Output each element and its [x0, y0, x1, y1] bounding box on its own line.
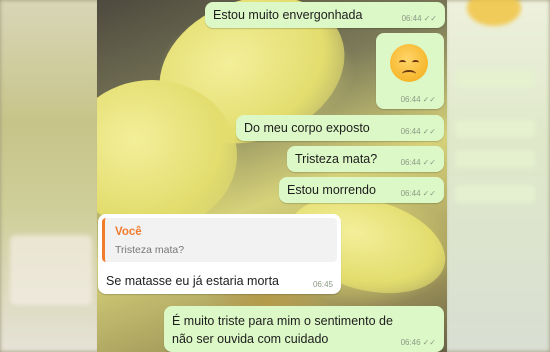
double-check-icon: ✓✓ — [422, 338, 436, 347]
message-bubble-outgoing[interactable]: 06:44 ✓✓ — [376, 33, 444, 109]
blurred-row — [455, 185, 535, 203]
message-time: 06:44 — [400, 189, 421, 198]
message-bubble-incoming[interactable]: Você Tristeza mata? Se matasse eu já est… — [98, 214, 341, 294]
quote-text: Tristeza mata? — [115, 244, 185, 256]
double-check-icon: ✓✓ — [422, 189, 436, 198]
message-time: 06:44 — [401, 14, 422, 23]
message-time: 06:44 — [400, 127, 421, 136]
blurred-row — [455, 70, 535, 88]
message-text-line: não ser ouvida com cuidado — [172, 332, 329, 346]
message-text: Se matasse eu já estaria morta — [106, 274, 279, 288]
quote-author: Você — [115, 226, 142, 238]
blurred-bubble — [10, 235, 92, 305]
message-text: Tristeza mata? — [295, 152, 378, 166]
chat-conversation[interactable]: Estou muito envergonhada 06:44 ✓✓ 06:44 ✓✓… — [97, 0, 447, 352]
message-bubble-outgoing[interactable]: É muito triste para mim o sentimento de … — [164, 306, 444, 352]
message-text: Estou morrendo — [287, 183, 376, 197]
blurred-right-margin — [445, 0, 550, 352]
message-text-line: É muito triste para mim o sentimento de — [172, 314, 393, 328]
message-time: 06:46 — [400, 338, 421, 347]
disappointed-face-emoji — [390, 44, 428, 82]
quoted-message[interactable]: Você Tristeza mata? — [102, 218, 337, 262]
message-text: Do meu corpo exposto — [244, 121, 370, 135]
message-text: Estou muito envergonhada — [213, 8, 363, 22]
double-check-icon: ✓✓ — [422, 158, 436, 167]
blurred-emoji — [467, 0, 521, 26]
blurred-left-margin — [0, 0, 100, 352]
message-bubble-outgoing[interactable]: Tristeza mata? 06:44 ✓✓ — [287, 146, 444, 172]
blurred-row — [455, 120, 535, 138]
blurred-row — [455, 150, 535, 168]
double-check-icon: ✓✓ — [422, 95, 436, 104]
message-bubble-outgoing[interactable]: Estou morrendo 06:44 ✓✓ — [279, 177, 444, 203]
double-check-icon: ✓✓ — [423, 14, 437, 23]
message-time: 06:44 — [400, 158, 421, 167]
message-bubble-outgoing[interactable]: Do meu corpo exposto 06:44 ✓✓ — [236, 115, 444, 141]
message-bubble-outgoing[interactable]: Estou muito envergonhada 06:44 ✓✓ — [205, 2, 445, 28]
double-check-icon: ✓✓ — [422, 127, 436, 136]
message-time: 06:44 — [400, 95, 421, 104]
message-time: 06:45 — [312, 280, 333, 289]
